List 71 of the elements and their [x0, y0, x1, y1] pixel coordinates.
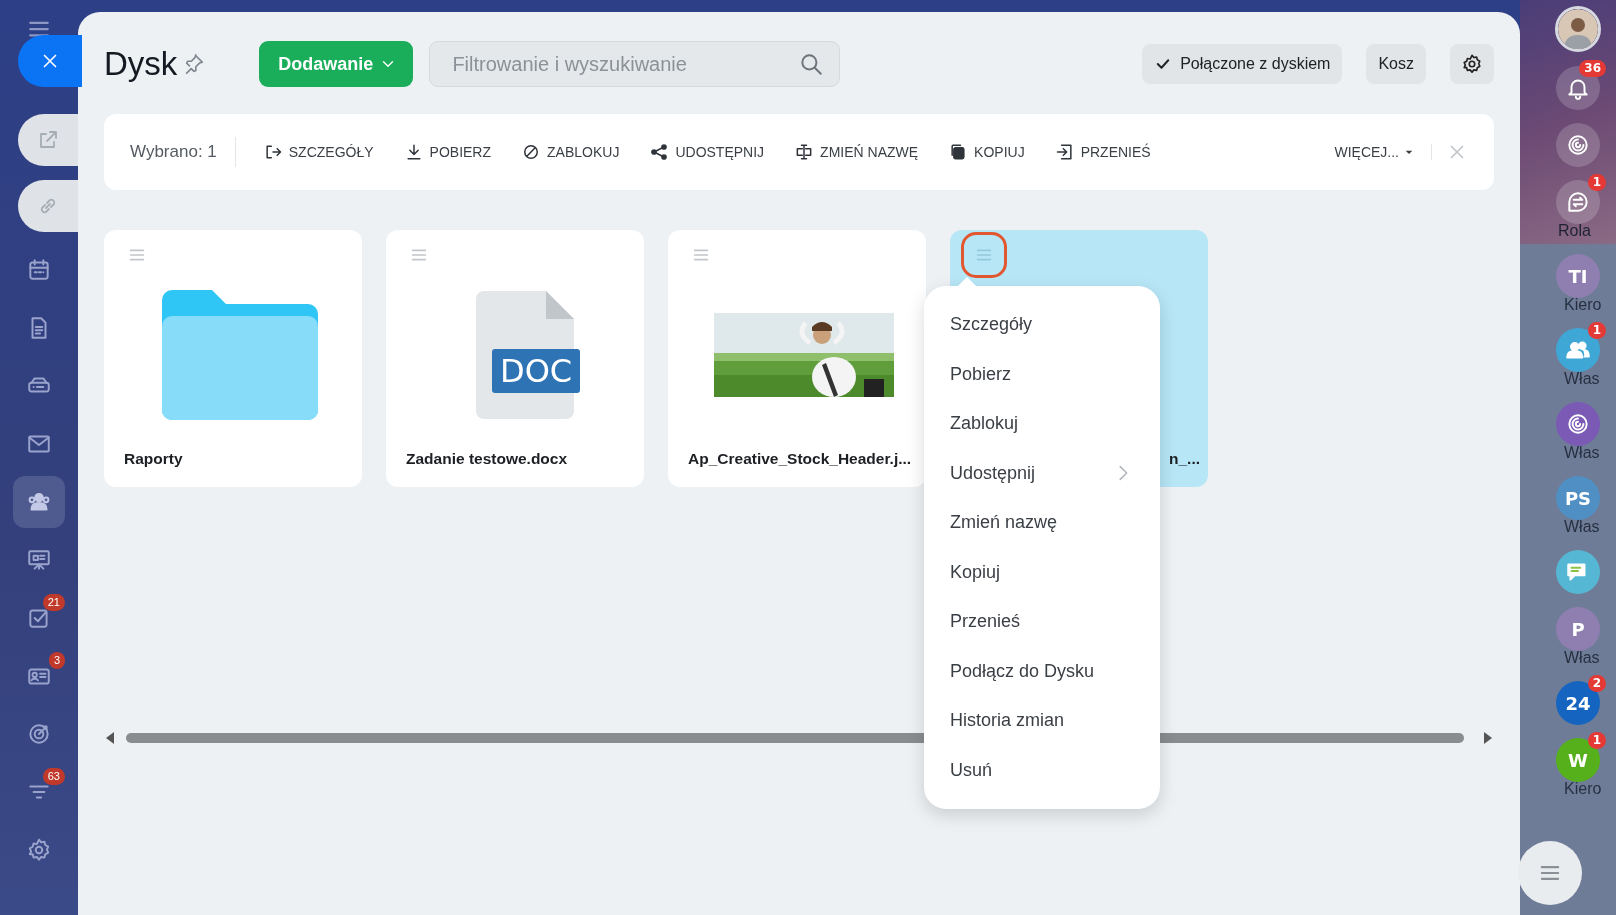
selection-count: Wybrano: 1	[130, 137, 236, 167]
open-external-tab[interactable]	[18, 114, 78, 166]
chat-label: Włas	[1564, 518, 1600, 536]
menu-item[interactable]: Szczegóły	[924, 300, 1160, 350]
menu-item[interactable]: Pobierz	[924, 349, 1160, 399]
toolbar-action[interactable]: POBIERZ	[388, 142, 507, 162]
share-icon	[649, 142, 670, 162]
spiral-button[interactable]	[1556, 123, 1600, 167]
menu-item[interactable]: Usuń	[924, 745, 1160, 795]
enter-arrow-icon	[1054, 142, 1075, 162]
file-card[interactable]: Ap_Creative_Stock_Header.j...	[668, 230, 926, 487]
count-badge: 1	[1587, 732, 1606, 749]
chat-label: Włas	[1564, 649, 1600, 667]
close-button[interactable]	[18, 35, 82, 87]
chat-label: Włas	[1564, 444, 1600, 462]
menu-item[interactable]: Zmień nazwę	[924, 498, 1160, 548]
presentation-icon	[26, 547, 52, 573]
folder-icon	[162, 289, 318, 420]
file-name: Zadanie testowe.docx	[406, 449, 569, 469]
connected-button[interactable]: Połączone z dyskiem	[1142, 44, 1343, 84]
toolbar-action[interactable]: ZMIEŃ NAZWĘ	[779, 142, 934, 162]
nav-item[interactable]: 21	[13, 592, 65, 644]
nav-item[interactable]	[13, 476, 65, 528]
chat-icon	[1565, 189, 1591, 215]
toolbar-action[interactable]: UDOSTĘPNIJ	[634, 142, 780, 162]
chat-label: Rola	[1558, 222, 1591, 240]
page-title: Dysk	[104, 45, 178, 83]
settings-icon	[1461, 53, 1483, 75]
nav-item[interactable]: 63	[13, 766, 65, 818]
file-name: Ap_Creative_Stock_Header.j...	[688, 449, 913, 469]
spiral-icon	[1565, 132, 1591, 158]
file-name: n_...	[1168, 449, 1200, 469]
pin-icon	[183, 53, 206, 75]
menu-item[interactable]: Przenieś	[924, 597, 1160, 647]
file-name: Raporty	[124, 449, 184, 469]
chat-avatar[interactable]: TI	[1556, 254, 1600, 298]
chat-avatar[interactable]	[1556, 402, 1600, 446]
chat-label: Włas	[1564, 370, 1600, 388]
toolbar-action[interactable]: PRZENIEŚ	[1039, 142, 1166, 162]
toolbar-action[interactable]: ZABLOKUJ	[506, 142, 635, 162]
menu-item[interactable]: Podłącz do Dysku	[924, 646, 1160, 696]
chat-avatar[interactable]	[1556, 550, 1600, 594]
avatar[interactable]	[1555, 6, 1601, 52]
nav-item[interactable]: 3	[13, 650, 65, 702]
trash-button[interactable]: Kosz	[1366, 44, 1426, 84]
target-icon	[26, 721, 52, 747]
menu-item[interactable]: Udostępnij	[924, 448, 1160, 498]
spiral-icon	[1565, 411, 1591, 437]
file-card[interactable]: Raporty	[104, 230, 362, 487]
chat-label: Kiero	[1564, 780, 1602, 798]
search-icon	[798, 51, 825, 77]
count-badge: 2	[1587, 675, 1606, 692]
toolbar-action[interactable]: KOPIUJ	[933, 142, 1040, 162]
settings-icon	[26, 837, 52, 863]
copy-link-tab[interactable]	[18, 180, 78, 232]
more-dropdown[interactable]: WIĘCEJ...	[1320, 144, 1432, 160]
toolbar-action[interactable]: SZCZEGÓŁY	[247, 142, 389, 162]
search-field[interactable]: Filtrowanie i wyszukiwanie	[429, 41, 841, 87]
settings-button[interactable]	[1450, 44, 1494, 84]
chat-avatar[interactable]: P	[1556, 607, 1600, 651]
menu-button[interactable]	[964, 235, 1004, 275]
file-card[interactable]: DOC Zadanie testowe.docx	[386, 230, 644, 487]
count-badge: 1	[1587, 322, 1606, 339]
count-badge: 21	[42, 594, 65, 611]
calendar-icon	[26, 257, 52, 283]
count-badge: 3	[48, 652, 65, 669]
chat-label: Kiero	[1564, 296, 1602, 314]
count-badge: 63	[42, 768, 65, 785]
menu-item[interactable]: Kopiuj	[924, 547, 1160, 597]
menu-item[interactable]: Historia zmian	[924, 696, 1160, 746]
menu-item[interactable]: Zablokuj	[924, 399, 1160, 449]
